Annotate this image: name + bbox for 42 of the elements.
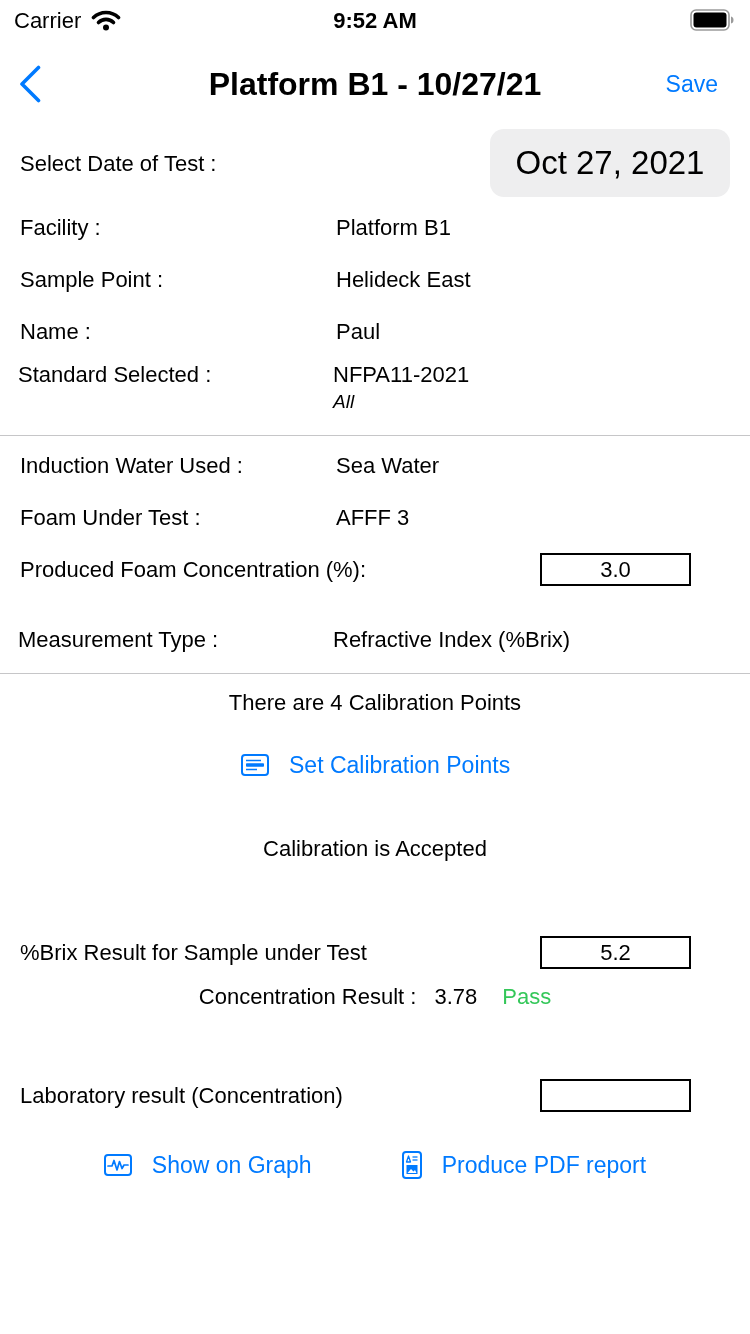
lab-result-input-field[interactable] bbox=[540, 1078, 691, 1112]
save-button[interactable]: Save bbox=[665, 66, 718, 102]
date-picker-button[interactable]: Oct 27, 2021 bbox=[490, 129, 730, 197]
set-calibration-button[interactable]: Set Calibration Points bbox=[241, 747, 511, 783]
document-picture-icon bbox=[401, 1151, 422, 1179]
field-value: NFPA11-2021 bbox=[333, 362, 470, 388]
brix-input-field[interactable]: 5.2 bbox=[540, 935, 691, 969]
waveform-chart-icon bbox=[103, 1154, 132, 1176]
field-value: Sea Water bbox=[336, 451, 440, 480]
field-label: Standard Selected : bbox=[18, 362, 213, 389]
battery-icon bbox=[690, 9, 734, 31]
field-value: Helideck East bbox=[336, 265, 471, 294]
field-label: Sample Point : bbox=[20, 265, 165, 294]
field-label: Measurement Type : bbox=[18, 625, 220, 654]
field-label: Laboratory result (Concentration) bbox=[20, 1081, 343, 1110]
field-value: AFFF 3 bbox=[336, 503, 410, 532]
field-label: %Brix Result for Sample under Test bbox=[20, 938, 367, 967]
status-time: 9:52 AM bbox=[333, 6, 417, 35]
pdf-report-button[interactable]: Produce PDF report bbox=[401, 1147, 647, 1183]
field-label: Induction Water Used : bbox=[20, 451, 244, 480]
wifi-icon bbox=[91, 9, 122, 31]
concentration-result-label: Concentration Result : bbox=[198, 982, 417, 1011]
list-card-icon bbox=[241, 754, 269, 776]
field-value: Platform B1 bbox=[336, 213, 451, 242]
graph-button[interactable]: Show on Graph bbox=[103, 1147, 312, 1183]
field-value: Refractive Index (%Brix) bbox=[333, 625, 571, 654]
result-verdict: Pass bbox=[502, 982, 552, 1011]
concentration-result-value: 3.78 bbox=[434, 982, 478, 1011]
standard-scope: All bbox=[333, 390, 356, 414]
field-label: Foam Under Test : bbox=[20, 503, 202, 532]
carrier-label: Carrier bbox=[14, 6, 82, 35]
field-label: Facility : bbox=[20, 213, 102, 242]
calibration-count-text: There are 4 Calibration Points bbox=[228, 688, 522, 717]
concentration-input-field[interactable]: 3.0 bbox=[540, 552, 691, 586]
field-label: Produced Foam Concentration (%): bbox=[20, 555, 367, 584]
field-value: Paul bbox=[336, 317, 381, 346]
calibration-status-text: Calibration is Accepted bbox=[263, 834, 487, 863]
back-button[interactable] bbox=[18, 65, 42, 103]
field-label: Name : bbox=[20, 317, 92, 346]
back-chevron-icon bbox=[18, 65, 42, 103]
screen-title: Platform B1 - 10/27/21 bbox=[208, 65, 542, 104]
field-label: Select Date of Test : bbox=[20, 149, 217, 178]
